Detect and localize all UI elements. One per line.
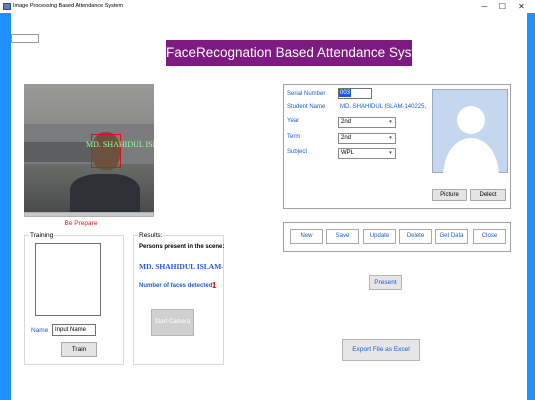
chevron-down-icon: ▾	[389, 135, 392, 141]
results-legend: Results:	[138, 232, 164, 239]
app-header: FaceRecognation Based Attendance System	[166, 40, 434, 66]
chevron-down-icon: ▾	[389, 150, 392, 156]
student-photo	[432, 89, 508, 174]
delect-button[interactable]: Delect	[470, 189, 506, 201]
faces-detected-count: 1	[212, 281, 217, 290]
window-frame-right	[527, 13, 535, 400]
camera-feed: MD. SHAHIDUL ISLA	[24, 84, 154, 212]
student-name-value: MD. SHAHIDUL ISLAM-140225,	[340, 104, 427, 110]
train-button[interactable]: Train	[61, 342, 97, 357]
start-camera-button[interactable]: Start Camera	[151, 309, 194, 336]
serial-number-label: Serial Number	[287, 91, 326, 97]
faces-detected-label: Number of faces detected:	[139, 283, 215, 289]
recognized-person-name: MD. SHAHIDUL ISLAM-1402	[139, 262, 223, 271]
app-icon	[3, 3, 11, 10]
name-input[interactable]: Input Name	[52, 324, 96, 336]
new-button[interactable]: New	[290, 229, 323, 244]
save-button[interactable]: Save	[326, 229, 359, 244]
training-preview	[35, 243, 101, 316]
window-frame-left	[0, 13, 11, 400]
avatar-placeholder-icon	[443, 106, 499, 174]
delete-button[interactable]: Delete	[399, 229, 432, 244]
maximize-icon[interactable]: ☐	[496, 1, 509, 12]
window-title: Image Processing Based Attendance System	[13, 3, 124, 9]
update-button[interactable]: Update	[363, 229, 396, 244]
name-label: Name	[31, 327, 49, 334]
minimize-icon[interactable]: ─	[478, 1, 491, 12]
camera-person-body	[70, 174, 140, 212]
status-text: Be Prepare	[64, 220, 98, 227]
term-label: Term	[287, 134, 301, 140]
chevron-down-icon: ▾	[389, 119, 392, 125]
close-icon[interactable]: ✕	[515, 1, 528, 12]
persons-present-label: Persons present in the scene:	[139, 244, 225, 250]
picture-button[interactable]: Picture	[432, 189, 467, 201]
export-excel-button[interactable]: Export File as Excel	[342, 339, 420, 361]
subject-select[interactable]: WPL ▾	[338, 148, 396, 159]
close-button[interactable]: Close	[473, 229, 506, 244]
year-select[interactable]: 2nd ▾	[338, 117, 396, 128]
training-legend: Training	[29, 232, 55, 239]
serial-number-value: 003	[339, 89, 352, 97]
get-data-button[interactable]: Get Data	[435, 229, 468, 244]
camera-background-ceiling	[24, 84, 154, 124]
camera-progress-bar	[24, 212, 154, 217]
results-group	[133, 235, 224, 365]
camera-background-desk	[24, 142, 94, 162]
subject-select-value: WPL	[341, 150, 355, 156]
present-button[interactable]: Present	[369, 275, 402, 290]
year-select-value: 2nd	[341, 119, 352, 125]
term-select[interactable]: 2nd ▾	[338, 133, 396, 144]
top-tab[interactable]	[11, 34, 39, 43]
year-label: Year	[287, 118, 300, 124]
face-detection-label: MD. SHAHIDUL ISLA	[86, 140, 154, 149]
subject-label: Subject	[287, 149, 308, 155]
term-select-value: 2nd	[341, 135, 352, 141]
student-name-label: Student Name	[287, 104, 326, 110]
